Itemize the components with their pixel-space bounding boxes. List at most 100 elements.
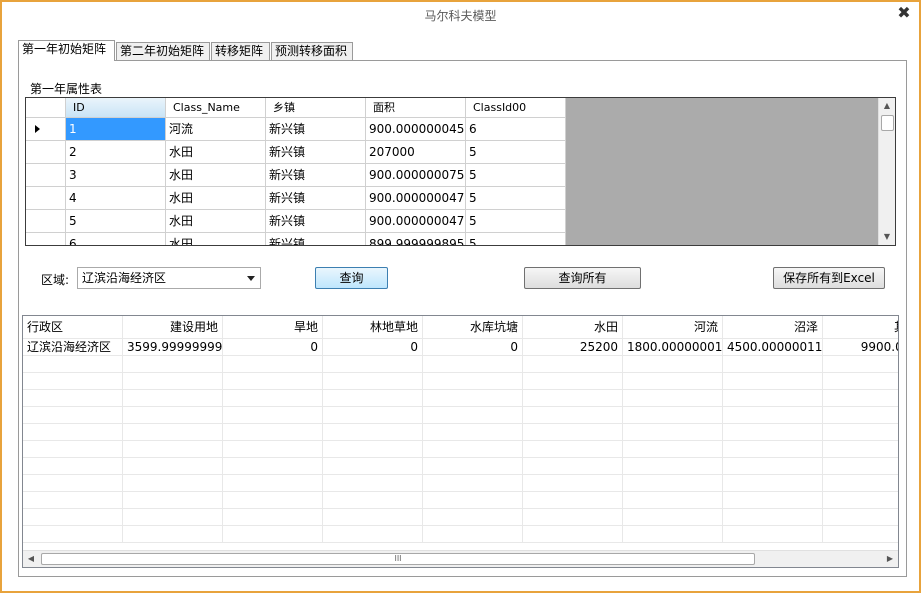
table-cell[interactable] bbox=[323, 356, 423, 373]
table-cell[interactable] bbox=[23, 509, 123, 526]
table-cell[interactable]: 水田 bbox=[166, 233, 266, 245]
table-cell[interactable] bbox=[723, 509, 823, 526]
close-icon[interactable]: ✖ bbox=[895, 4, 913, 22]
table-cell[interactable]: 水田 bbox=[166, 210, 266, 233]
table-cell[interactable]: 5 bbox=[466, 141, 566, 164]
table-cell[interactable]: 水田 bbox=[166, 164, 266, 187]
table-cell[interactable]: 3599.99999999 bbox=[123, 339, 223, 356]
table-cell[interactable] bbox=[223, 356, 323, 373]
table-cell[interactable] bbox=[423, 526, 523, 543]
table-row[interactable] bbox=[23, 526, 898, 543]
table-cell[interactable]: 0 bbox=[223, 339, 323, 356]
table-cell[interactable] bbox=[23, 356, 123, 373]
table-cell[interactable] bbox=[23, 373, 123, 390]
table-cell[interactable] bbox=[23, 407, 123, 424]
table-cell[interactable]: 5 bbox=[466, 233, 566, 245]
table-cell[interactable] bbox=[523, 390, 623, 407]
table-cell[interactable] bbox=[423, 407, 523, 424]
table-cell[interactable] bbox=[823, 356, 898, 373]
table-cell[interactable] bbox=[223, 475, 323, 492]
table-row[interactable]: 6 水田 新兴镇 899.999999895 5 bbox=[26, 233, 566, 245]
table-cell[interactable] bbox=[823, 458, 898, 475]
table-cell[interactable] bbox=[623, 424, 723, 441]
column-header[interactable]: 行政区 bbox=[23, 316, 123, 339]
table-cell[interactable] bbox=[323, 407, 423, 424]
table-cell[interactable]: 新兴镇 bbox=[266, 118, 366, 141]
tab-first-year-matrix[interactable]: 第一年初始矩阵 bbox=[18, 40, 115, 61]
table-cell[interactable] bbox=[323, 458, 423, 475]
scroll-left-icon[interactable]: ◀ bbox=[23, 551, 39, 567]
vertical-scrollbar[interactable]: ▲ ▼ bbox=[878, 98, 895, 245]
table-cell[interactable]: 25200 bbox=[523, 339, 623, 356]
result-grid[interactable]: 行政区建设用地旱地林地草地水库坑塘水田河流沼泽其他辽滨沿海经济区3599.999… bbox=[22, 315, 899, 568]
save-excel-button[interactable]: 保存所有到Excel bbox=[773, 267, 885, 289]
table-cell[interactable]: 4500.00000011 bbox=[723, 339, 823, 356]
column-header[interactable]: 旱地 bbox=[223, 316, 323, 339]
table-cell[interactable]: 9900.000 bbox=[823, 339, 898, 356]
table-cell[interactable] bbox=[323, 475, 423, 492]
table-cell[interactable] bbox=[523, 526, 623, 543]
tab-transition-matrix[interactable]: 转移矩阵 bbox=[211, 42, 270, 60]
table-cell[interactable]: 2 bbox=[66, 141, 166, 164]
table-cell[interactable] bbox=[823, 407, 898, 424]
table-cell[interactable]: 5 bbox=[466, 210, 566, 233]
scroll-right-icon[interactable]: ▶ bbox=[882, 551, 898, 567]
table-cell[interactable] bbox=[523, 458, 623, 475]
table-cell[interactable]: 5 bbox=[466, 164, 566, 187]
table-row[interactable]: 4 水田 新兴镇 900.000000047 5 bbox=[26, 187, 566, 210]
table-row[interactable] bbox=[23, 407, 898, 424]
table-cell[interactable]: 6 bbox=[66, 233, 166, 245]
table-cell[interactable] bbox=[223, 492, 323, 509]
row-header[interactable] bbox=[26, 210, 66, 233]
table-cell[interactable] bbox=[623, 407, 723, 424]
row-header[interactable] bbox=[26, 118, 66, 141]
row-header[interactable] bbox=[26, 164, 66, 187]
table-cell[interactable] bbox=[423, 441, 523, 458]
query-button[interactable]: 查询 bbox=[315, 267, 388, 289]
table-row[interactable] bbox=[23, 424, 898, 441]
table-cell[interactable] bbox=[323, 509, 423, 526]
table-cell[interactable]: 新兴镇 bbox=[266, 164, 366, 187]
table-cell[interactable] bbox=[23, 526, 123, 543]
table-cell[interactable] bbox=[23, 441, 123, 458]
table-cell[interactable] bbox=[823, 509, 898, 526]
table-cell[interactable] bbox=[723, 475, 823, 492]
column-header[interactable]: 水田 bbox=[523, 316, 623, 339]
table-cell[interactable]: 新兴镇 bbox=[266, 233, 366, 245]
table-cell[interactable] bbox=[223, 424, 323, 441]
table-cell[interactable] bbox=[123, 492, 223, 509]
table-cell[interactable] bbox=[523, 475, 623, 492]
table-cell[interactable] bbox=[23, 492, 123, 509]
table-cell[interactable] bbox=[623, 441, 723, 458]
table-cell[interactable] bbox=[223, 509, 323, 526]
table-cell[interactable] bbox=[623, 373, 723, 390]
table-cell[interactable]: 900.000000047 bbox=[366, 187, 466, 210]
table-cell[interactable] bbox=[223, 458, 323, 475]
table-row[interactable]: 5 水田 新兴镇 900.000000047 5 bbox=[26, 210, 566, 233]
table-cell[interactable]: 3 bbox=[66, 164, 166, 187]
column-header-class-name[interactable]: Class_Name bbox=[166, 98, 266, 118]
table-cell[interactable] bbox=[223, 407, 323, 424]
table-row[interactable] bbox=[23, 441, 898, 458]
table-cell[interactable] bbox=[223, 441, 323, 458]
table-cell[interactable] bbox=[523, 356, 623, 373]
table-cell[interactable] bbox=[423, 424, 523, 441]
horizontal-scrollbar[interactable]: ◀ III ▶ bbox=[23, 550, 898, 567]
table-cell[interactable] bbox=[723, 407, 823, 424]
table-cell[interactable] bbox=[23, 424, 123, 441]
table-cell[interactable] bbox=[423, 390, 523, 407]
table-cell[interactable] bbox=[623, 526, 723, 543]
table-cell[interactable] bbox=[423, 373, 523, 390]
table-cell[interactable] bbox=[123, 407, 223, 424]
table-row[interactable] bbox=[23, 390, 898, 407]
table-cell[interactable] bbox=[823, 475, 898, 492]
table-cell[interactable]: 899.999999895 bbox=[366, 233, 466, 245]
table-row[interactable] bbox=[23, 356, 898, 373]
table-cell[interactable] bbox=[723, 424, 823, 441]
table-cell[interactable] bbox=[323, 441, 423, 458]
table-cell[interactable]: 新兴镇 bbox=[266, 210, 366, 233]
table-cell[interactable]: 900.000000045 bbox=[366, 118, 466, 141]
column-header[interactable]: 水库坑塘 bbox=[423, 316, 523, 339]
table-cell[interactable] bbox=[123, 458, 223, 475]
attribute-grid[interactable]: ID Class_Name 乡镇 面积 ClassId00 1 河流 新兴镇 900.… bbox=[25, 97, 896, 246]
